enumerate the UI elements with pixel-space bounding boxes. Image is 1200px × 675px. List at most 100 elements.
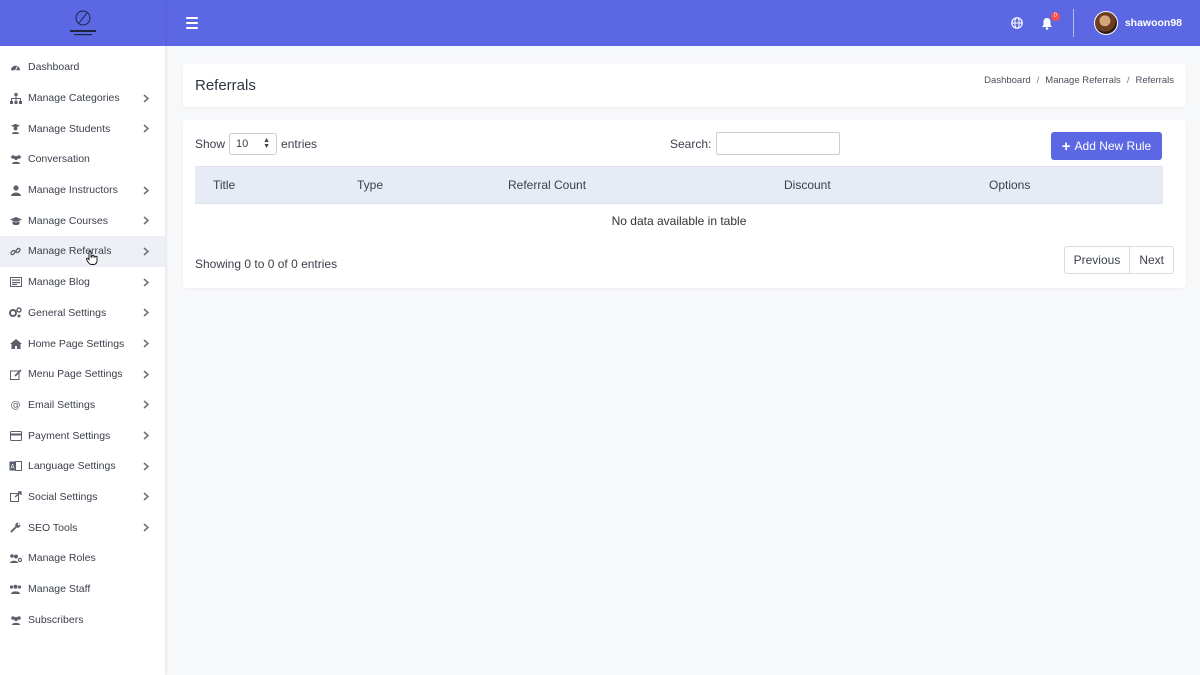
chevron-right-icon [143, 339, 151, 348]
table-info: Showing 0 to 0 of 0 entries [195, 257, 338, 271]
blog-icon [9, 276, 22, 289]
previous-page-button[interactable]: Previous [1065, 247, 1130, 273]
column-header-options[interactable]: Options [989, 178, 1030, 192]
sidebar-item-manage-referrals[interactable]: Manage Referrals [0, 236, 165, 267]
username[interactable]: shawoon98 [1125, 17, 1182, 29]
sidebar-item-seo-tools[interactable]: SEO Tools [0, 512, 165, 543]
sidebar-item-label: Manage Instructors [28, 184, 118, 197]
breadcrumb: Dashboard / Manage Referrals / Referrals [984, 75, 1174, 86]
add-new-rule-button[interactable]: + Add New Rule [1051, 132, 1162, 160]
at-icon: @ [9, 398, 22, 411]
sidebar-item-label: Home Page Settings [28, 337, 125, 350]
notification-badge: 0 [1050, 11, 1060, 21]
chevron-right-icon [143, 370, 151, 379]
chevron-right-icon [143, 216, 151, 225]
svg-text:@: @ [10, 401, 20, 411]
avatar[interactable] [1093, 11, 1118, 35]
pagination: Previous Next [1063, 246, 1174, 274]
logo-area[interactable] [0, 0, 165, 46]
sidebar-item-menu-page-settings[interactable]: Menu Page Settings [0, 359, 165, 390]
hamburger-menu-icon[interactable] [186, 17, 198, 29]
student-icon [9, 122, 22, 135]
sitemap-icon [9, 92, 22, 105]
notification-bell-icon[interactable]: 0 [1041, 11, 1060, 30]
breadcrumb-item-dashboard[interactable]: Dashboard [984, 75, 1030, 86]
sidebar-item-home-page-settings[interactable]: Home Page Settings [0, 328, 165, 359]
sidebar-item-label: General Settings [28, 306, 107, 319]
sidebar-item-label: Email Settings [28, 398, 96, 411]
sidebar-item-manage-categories[interactable]: Manage Categories [0, 83, 165, 114]
sidebar-item-conversation[interactable]: Conversation [0, 144, 165, 175]
column-header-discount[interactable]: Discount [784, 178, 831, 192]
edit-icon [9, 368, 22, 381]
sidebar-item-label: Manage Courses [28, 214, 108, 227]
sidebar-item-label: Manage Staff [28, 583, 91, 596]
entries-select[interactable]: 10 ▲ ▼ [229, 133, 278, 155]
table-empty-message: No data available in table [611, 214, 747, 228]
cogs-icon [9, 306, 22, 319]
sidebar-item-manage-courses[interactable]: Manage Courses [0, 205, 165, 236]
chevron-right-icon [143, 278, 151, 287]
breadcrumb-separator: / [1126, 75, 1130, 86]
brand-logo[interactable] [63, 5, 103, 41]
sidebar-item-social-settings[interactable]: Social Settings [0, 482, 165, 513]
sidebar-item-label: Manage Students [28, 122, 111, 135]
topbar-divider [1072, 9, 1074, 37]
sidebar: Dashboard Manage Categories Manage Student… [0, 0, 165, 675]
sidebar-item-payment-settings[interactable]: Payment Settings [0, 420, 165, 451]
select-arrows-icon: ▲ ▼ [263, 137, 271, 150]
sidebar-item-label: Manage Categories [28, 92, 120, 105]
entries-length-control: Show 10 ▲ ▼ entries [195, 133, 317, 155]
users-cog-icon [9, 552, 22, 565]
next-page-button[interactable]: Next [1129, 247, 1173, 273]
user-icon [9, 184, 22, 197]
sidebar-item-manage-blog[interactable]: Manage Blog [0, 267, 165, 298]
wrench-icon [9, 521, 22, 534]
topbar: 0 shawoon98 [165, 0, 1200, 46]
payment-icon [9, 429, 22, 442]
dashboard-icon [9, 61, 22, 74]
column-header-referral-count[interactable]: Referral Count [508, 178, 586, 192]
entries-select-value: 10 [236, 138, 249, 150]
breadcrumb-item-referrals: Referrals [1135, 75, 1174, 86]
sidebar-item-label: SEO Tools [28, 521, 78, 534]
chevron-right-icon [143, 431, 151, 440]
sidebar-item-manage-roles[interactable]: Manage Roles [0, 543, 165, 574]
show-label: Show [195, 137, 226, 151]
sidebar-menu: Dashboard Manage Categories Manage Student… [0, 46, 165, 635]
sidebar-item-manage-students[interactable]: Manage Students [0, 113, 165, 144]
sidebar-item-language-settings[interactable]: A Language Settings [0, 451, 165, 482]
sidebar-item-manage-instructors[interactable]: Manage Instructors [0, 175, 165, 206]
home-icon [9, 337, 22, 350]
chevron-right-icon [143, 462, 151, 471]
sidebar-item-label: Conversation [28, 153, 90, 166]
sidebar-item-label: Language Settings [28, 460, 116, 473]
users-icon [9, 613, 22, 626]
sidebar-item-manage-staff[interactable]: Manage Staff [0, 574, 165, 605]
breadcrumb-item-manage-referrals[interactable]: Manage Referrals [1045, 75, 1121, 86]
column-header-type[interactable]: Type [357, 178, 383, 192]
search-control: Search: [670, 132, 841, 155]
users-icon [9, 153, 22, 166]
sidebar-item-label: Manage Roles [28, 552, 96, 565]
link-icon [9, 245, 22, 258]
referrals-table-card: Show 10 ▲ ▼ entries Search: + Add New Rul… [183, 120, 1186, 288]
hand-pointer-cursor-icon [86, 250, 98, 268]
topbar-actions: 0 shawoon98 [1011, 0, 1200, 46]
column-header-title[interactable]: Title [213, 178, 235, 192]
page-title: Referrals [195, 77, 256, 94]
language-icon: A [9, 460, 22, 473]
search-input[interactable] [716, 132, 841, 155]
search-label: Search: [670, 136, 712, 151]
chevron-right-icon [143, 124, 151, 133]
chevron-right-icon [143, 93, 151, 103]
graduation-cap-icon [9, 214, 22, 227]
sidebar-item-email-settings[interactable]: @ Email Settings [0, 390, 165, 421]
sidebar-item-general-settings[interactable]: General Settings [0, 298, 165, 329]
sidebar-item-label: Menu Page Settings [28, 368, 123, 381]
sidebar-item-dashboard[interactable]: Dashboard [0, 52, 165, 83]
sidebar-item-subscribers[interactable]: Subscribers [0, 604, 165, 635]
chevron-right-icon [143, 523, 151, 532]
chevron-right-icon [143, 186, 151, 195]
globe-icon[interactable] [1011, 17, 1023, 29]
